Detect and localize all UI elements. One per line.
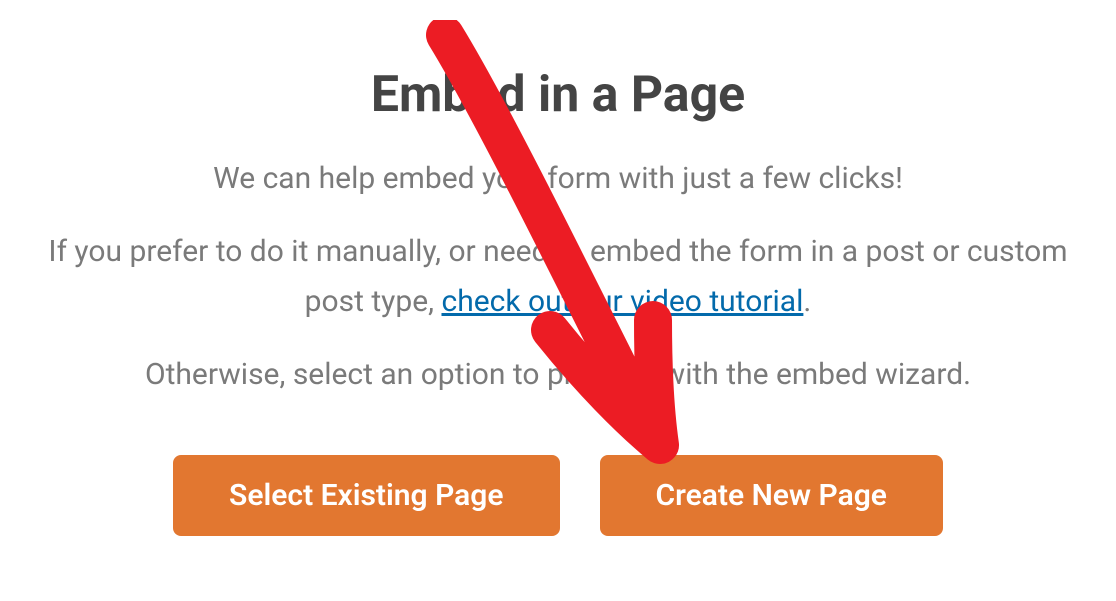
- create-new-page-button[interactable]: Create New Page: [600, 455, 943, 536]
- modal-title: Embed in a Page: [16, 66, 1100, 124]
- instruction-suffix: .: [803, 284, 811, 319]
- select-existing-page-button[interactable]: Select Existing Page: [173, 455, 559, 536]
- video-tutorial-link[interactable]: check out our video tutorial: [441, 284, 803, 319]
- wizard-text: Otherwise, select an option to proceed w…: [16, 350, 1100, 400]
- embed-modal-content: Embed in a Page We can help embed your f…: [0, 66, 1116, 536]
- modal-subtitle: We can help embed your form with just a …: [16, 154, 1100, 204]
- modal-instruction: If you prefer to do it manually, or need…: [16, 227, 1100, 326]
- embed-button-row: Select Existing Page Create New Page: [16, 455, 1100, 536]
